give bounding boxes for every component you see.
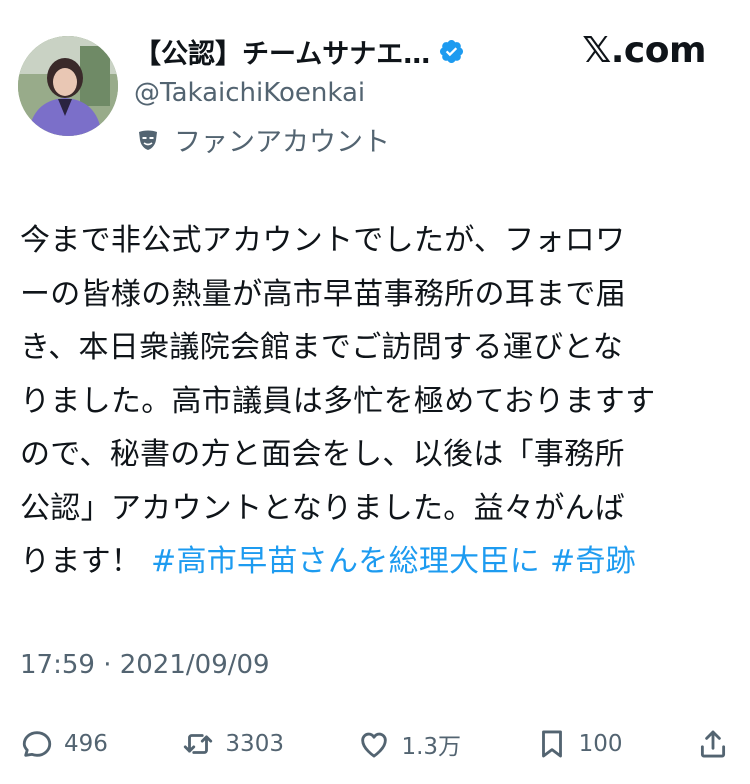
like-count: 1.3万 [401,734,462,760]
tweet-line: ります！ [20,544,152,579]
share-icon [700,730,726,758]
tweet-timestamp[interactable]: 17:59 · 2021/09/09 [20,650,270,680]
retweet-count: 3303 [225,731,284,757]
retweet-icon [184,734,213,754]
display-name[interactable]: 【公認】チームサナエ… [134,32,430,71]
tweet-line: りました。高市議員は多忙を極めておりますす [20,383,656,419]
tweet-line: ので、秘書の方と面会をし、以後は「事務所 [20,437,625,472]
tweet-line: ーの皆様の熱量が高市早苗事務所の耳まで届 [20,276,626,312]
tweet-line: き、本日衆議院会館までご訪問する運びとな [20,330,623,365]
account-handle[interactable]: @TakaichiKoenkai [134,78,365,108]
verified-badge-icon [440,39,464,64]
reply-icon [22,731,52,757]
bookmark-icon [541,730,562,758]
tweet-line: 今まで非公式アカウントでしたが、フォロワ [20,223,626,258]
share-button[interactable] [696,727,730,761]
bookmark-count: 100 [578,731,623,757]
like-button[interactable]: 1.3万 [357,727,461,761]
like-icon [361,732,388,758]
fan-account-text: ファンアカウント [174,127,390,158]
avatar[interactable] [18,36,118,136]
hashtag-link[interactable]: #高市早苗さんを総理大臣に [151,544,540,579]
tweet-actions-bar: 496 3303 1.3万 100 [20,722,730,766]
bookmark-button[interactable]: 100 [535,727,623,761]
account-name-row: 【公認】チームサナエ… [134,32,465,71]
reply-count: 496 [64,731,108,757]
fan-account-label: ファンアカウント [136,120,390,159]
fan-mask-icon [139,130,157,150]
retweet-button[interactable]: 3303 [181,727,284,761]
x-brand-logo: 𝕏.com [582,30,706,71]
tweet-line: 公認」アカウントとなりました。益々がんば [20,490,626,526]
tweet-body: 今まで非公式アカウントでしたが、フォロワ ーの皆様の熱量が高市早苗事務所の耳まで… [20,214,732,589]
reply-button[interactable]: 496 [20,727,108,761]
hashtag-link[interactable]: #奇跡 [550,544,636,579]
